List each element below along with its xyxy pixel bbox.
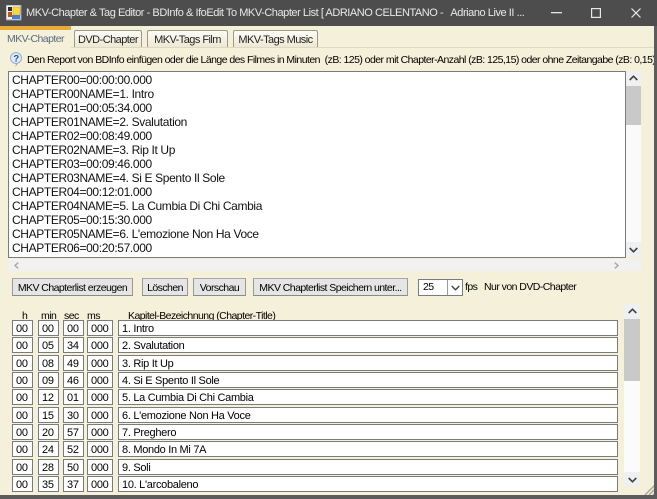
svg-text:?: ? [13,53,19,64]
